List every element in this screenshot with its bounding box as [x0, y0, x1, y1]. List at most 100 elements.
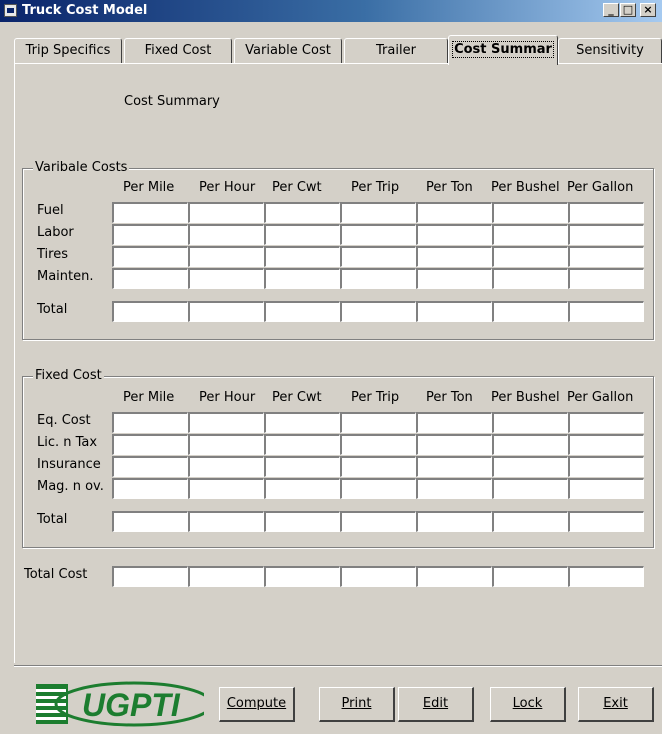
fixed-cell-r1-c3[interactable] [340, 434, 416, 455]
fixed-cell-r3-c2[interactable] [264, 478, 340, 499]
fixed-cell-r3-c4[interactable] [416, 478, 492, 499]
fixed-cell-r0-c3[interactable] [340, 412, 416, 433]
fixed-cell-r4-c6[interactable] [568, 511, 644, 532]
variable-cell-r1-c5[interactable] [492, 224, 568, 245]
variable-cell-r2-c3[interactable] [340, 246, 416, 267]
fixed-cell-r2-c1[interactable] [188, 456, 264, 477]
variable-cell-r3-c0[interactable] [112, 268, 188, 289]
fixed-cell-r4-c0[interactable] [112, 511, 188, 532]
fixed-cell-r4-c1[interactable] [188, 511, 264, 532]
fixed-cell-r1-c6[interactable] [568, 434, 644, 455]
tab-fixed-cost[interactable]: Fixed Cost [124, 38, 232, 64]
fixed-cell-r3-c5[interactable] [492, 478, 568, 499]
variable-cell-r2-c2[interactable] [264, 246, 340, 267]
variable-col-per-hour: Per Hour [199, 180, 256, 195]
variable-cell-r0-c6[interactable] [568, 202, 644, 223]
variable-cell-r0-c2[interactable] [264, 202, 340, 223]
variable-cell-r2-c5[interactable] [492, 246, 568, 267]
variable-cell-r3-c3[interactable] [340, 268, 416, 289]
fixed-cell-r0-c1[interactable] [188, 412, 264, 433]
variable-cell-r3-c1[interactable] [188, 268, 264, 289]
variable-cell-r3-c5[interactable] [492, 268, 568, 289]
total-cost-cell-r0-c4[interactable] [416, 566, 492, 587]
variable-cell-r4-c4[interactable] [416, 301, 492, 322]
variable-cell-r1-c4[interactable] [416, 224, 492, 245]
tab-variable-cost[interactable]: Variable Cost [234, 38, 342, 64]
fixed-cell-r2-c2[interactable] [264, 456, 340, 477]
tab-cost-summary[interactable]: Cost Summar [448, 35, 558, 65]
fixed-cell-r4-c3[interactable] [340, 511, 416, 532]
tab-trailer[interactable]: Trailer [344, 38, 448, 64]
fixed-cell-r2-c4[interactable] [416, 456, 492, 477]
fixed-cell-r1-c2[interactable] [264, 434, 340, 455]
fixed-cell-r3-c1[interactable] [188, 478, 264, 499]
variable-cell-r4-c6[interactable] [568, 301, 644, 322]
exit-button[interactable]: Exit [578, 687, 654, 722]
variable-cell-r2-c4[interactable] [416, 246, 492, 267]
fixed-cell-r1-c5[interactable] [492, 434, 568, 455]
variable-cell-r4-c1[interactable] [188, 301, 264, 322]
variable-cell-r3-c2[interactable] [264, 268, 340, 289]
tab-trip-specifics[interactable]: Trip Specifics [14, 38, 122, 64]
variable-cell-r3-c6[interactable] [568, 268, 644, 289]
variable-cell-r0-c0[interactable] [112, 202, 188, 223]
variable-cell-r1-c1[interactable] [188, 224, 264, 245]
fixed-col-per-bushel: Per Bushel [491, 390, 560, 405]
fixed-cell-r3-c0[interactable] [112, 478, 188, 499]
variable-cell-r4-c3[interactable] [340, 301, 416, 322]
close-icon[interactable]: × [640, 3, 656, 17]
fixed-cell-r2-c0[interactable] [112, 456, 188, 477]
total-cost-cell-r0-c6[interactable] [568, 566, 644, 587]
variable-cell-r3-c4[interactable] [416, 268, 492, 289]
variable-cell-r1-c6[interactable] [568, 224, 644, 245]
variable-cell-r2-c6[interactable] [568, 246, 644, 267]
total-cost-cell-r0-c2[interactable] [264, 566, 340, 587]
fixed-cell-r2-c6[interactable] [568, 456, 644, 477]
fixed-cell-r2-c5[interactable] [492, 456, 568, 477]
fixed-cell-r0-c4[interactable] [416, 412, 492, 433]
fixed-cell-r1-c4[interactable] [416, 434, 492, 455]
fixed-cell-r3-c3[interactable] [340, 478, 416, 499]
compute-button[interactable]: Compute [219, 687, 295, 722]
fixed-cell-r2-c3[interactable] [340, 456, 416, 477]
variable-cell-r0-c3[interactable] [340, 202, 416, 223]
variable-cell-r0-c1[interactable] [188, 202, 264, 223]
print-button[interactable]: Print [319, 687, 395, 722]
variable-cell-r4-c5[interactable] [492, 301, 568, 322]
variable-cell-r4-c0[interactable] [112, 301, 188, 322]
variable-cell-r2-c1[interactable] [188, 246, 264, 267]
fixed-cell-r0-c0[interactable] [112, 412, 188, 433]
variable-cell-r2-c0[interactable] [112, 246, 188, 267]
lock-button[interactable]: Lock [490, 687, 566, 722]
variable-cell-r1-c0[interactable] [112, 224, 188, 245]
fixed-cell-r1-c1[interactable] [188, 434, 264, 455]
total-cost-cell-r0-c3[interactable] [340, 566, 416, 587]
fixed-cell-r0-c2[interactable] [264, 412, 340, 433]
fixed-cell-r4-c4[interactable] [416, 511, 492, 532]
variable-cell-r1-c3[interactable] [340, 224, 416, 245]
total-cost-cell-r0-c1[interactable] [188, 566, 264, 587]
fixed-cell-r4-c2[interactable] [264, 511, 340, 532]
title-bar[interactable]: Truck Cost Model _ □ × [0, 0, 662, 22]
variable-cell-r1-c2[interactable] [264, 224, 340, 245]
variable-col-per-trip: Per Trip [351, 180, 400, 195]
fixed-col-per-gallon: Per Gallon [567, 390, 634, 405]
fixed-cell-r4-c5[interactable] [492, 511, 568, 532]
variable-cell-r0-c5[interactable] [492, 202, 568, 223]
variable-col-per-ton: Per Ton [426, 180, 473, 195]
variable-cell-r4-c2[interactable] [264, 301, 340, 322]
total-cost-cell-r0-c5[interactable] [492, 566, 568, 587]
variable-col-per-cwt: Per Cwt [272, 180, 322, 195]
fixed-col-per-mile: Per Mile [123, 390, 175, 405]
tab-strip: Trip Specifics Fixed Cost Variable Cost … [0, 35, 662, 65]
fixed-cell-r3-c6[interactable] [568, 478, 644, 499]
edit-button[interactable]: Edit [398, 687, 474, 722]
fixed-cell-r0-c5[interactable] [492, 412, 568, 433]
tab-sensitivity[interactable]: Sensitivity [558, 38, 662, 64]
fixed-cell-r1-c0[interactable] [112, 434, 188, 455]
total-cost-cell-r0-c0[interactable] [112, 566, 188, 587]
minimize-icon[interactable]: _ [603, 3, 619, 17]
fixed-cell-r0-c6[interactable] [568, 412, 644, 433]
maximize-icon[interactable]: □ [620, 3, 636, 17]
variable-cell-r0-c4[interactable] [416, 202, 492, 223]
